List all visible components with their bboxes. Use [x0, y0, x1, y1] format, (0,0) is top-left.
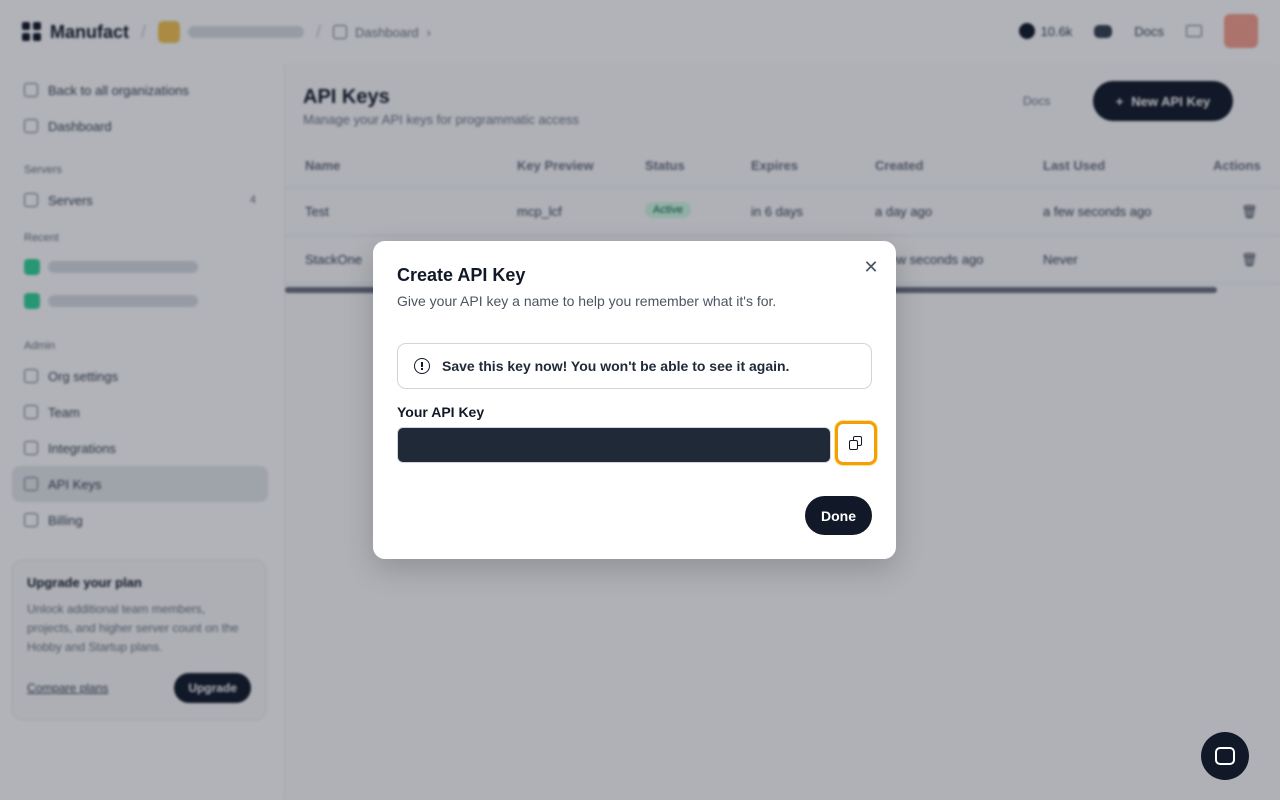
chat-icon	[1215, 747, 1235, 765]
api-key-label: Your API Key	[397, 404, 485, 420]
copy-icon	[849, 436, 863, 450]
close-icon[interactable]: ✕	[861, 257, 881, 277]
api-key-field[interactable]	[397, 427, 831, 463]
alert-text: Save this key now! You won't be able to …	[442, 358, 790, 374]
alert-circle-icon	[414, 358, 430, 374]
copy-button[interactable]	[835, 421, 877, 465]
create-api-key-dialog: Create API Key Give your API key a name …	[373, 241, 896, 559]
chat-launcher[interactable]	[1201, 732, 1249, 780]
dialog-description: Give your API key a name to help you rem…	[397, 293, 777, 309]
dialog-title: Create API Key	[397, 265, 526, 285]
save-key-alert: Save this key now! You won't be able to …	[397, 343, 872, 389]
done-button[interactable]: Done	[805, 496, 872, 535]
